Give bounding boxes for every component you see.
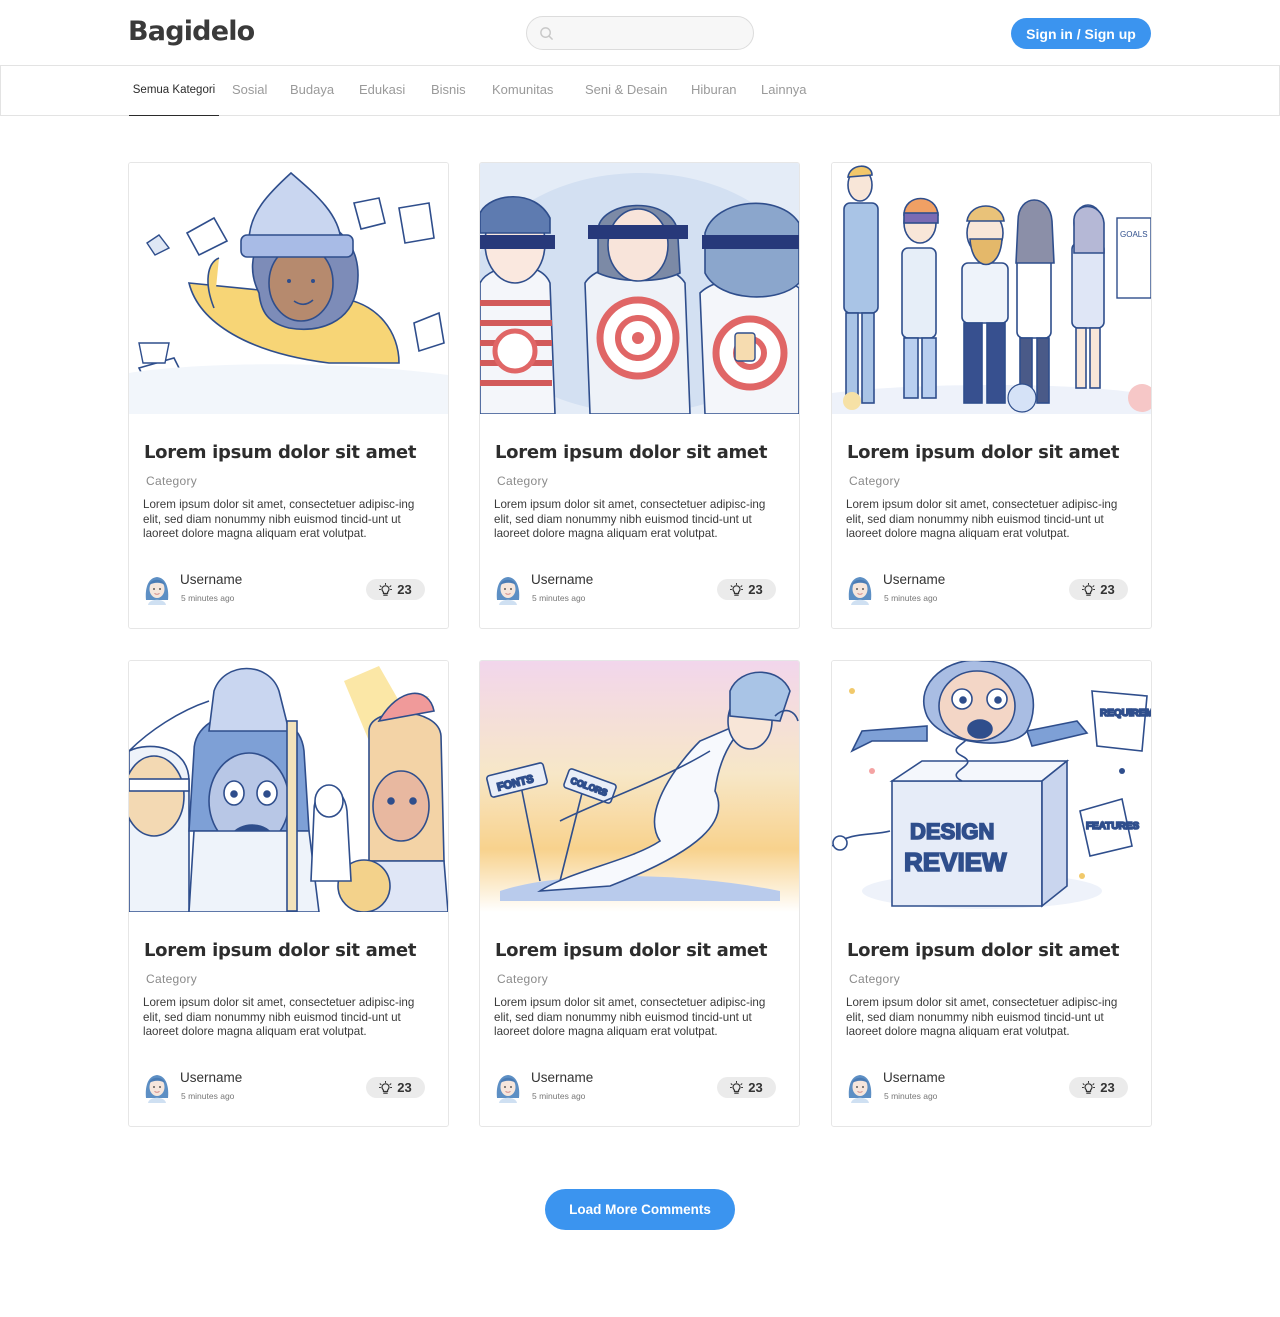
card-title[interactable]: Lorem ipsum dolor sit amet <box>495 940 767 961</box>
card-illustration[interactable] <box>480 163 799 414</box>
card-description: Lorem ipsum dolor sit amet, consectetuer… <box>846 996 1118 1038</box>
like-button[interactable]: 23 <box>366 579 425 600</box>
card-illustration[interactable] <box>129 163 448 414</box>
tab-hiburan[interactable]: Hiburan <box>691 66 737 116</box>
search-box[interactable] <box>526 16 754 50</box>
search-input[interactable] <box>554 25 753 41</box>
illustration-text-design: DESIGN <box>910 819 994 844</box>
author-username[interactable]: Username <box>180 1070 242 1085</box>
card-category[interactable]: Category <box>849 972 900 986</box>
card-title[interactable]: Lorem ipsum dolor sit amet <box>847 940 1119 961</box>
like-button[interactable]: 23 <box>1069 1077 1128 1098</box>
card-title[interactable]: Lorem ipsum dolor sit amet <box>495 442 767 463</box>
article-card[interactable]: Lorem ipsum dolor sit amet Category Lore… <box>479 162 800 629</box>
card-category[interactable]: Category <box>497 972 548 986</box>
lightbulb-icon <box>730 583 743 597</box>
site-header: Bagidelo Sign in / Sign up <box>0 0 1280 66</box>
tab-sosial[interactable]: Sosial <box>232 66 267 116</box>
card-category[interactable]: Category <box>146 474 197 488</box>
card-illustration[interactable]: FONTS COLORS <box>480 661 799 912</box>
card-illustration[interactable] <box>129 661 448 912</box>
card-category[interactable]: Category <box>497 474 548 488</box>
post-time: 5 minutes ago <box>884 593 938 603</box>
search-icon <box>540 26 553 40</box>
lightbulb-icon <box>379 583 392 597</box>
illustration-text-requirements: REQUIREMENTS <box>1100 708 1151 719</box>
avatar[interactable] <box>143 1070 171 1103</box>
tab-edukasi[interactable]: Edukasi <box>359 66 405 116</box>
tab-semua-kategori[interactable]: Semua Kategori <box>129 66 219 116</box>
card-description: Lorem ipsum dolor sit amet, consectetuer… <box>143 498 415 540</box>
card-title[interactable]: Lorem ipsum dolor sit amet <box>144 442 416 463</box>
author-username[interactable]: Username <box>531 1070 593 1085</box>
illustration-text-goals: GOALS <box>1120 230 1148 239</box>
card-description: Lorem ipsum dolor sit amet, consectetuer… <box>494 996 766 1038</box>
site-logo[interactable]: Bagidelo <box>128 16 255 47</box>
card-category[interactable]: Category <box>849 474 900 488</box>
author-username[interactable]: Username <box>531 572 593 587</box>
load-more-button[interactable]: Load More Comments <box>545 1189 735 1230</box>
illustration-text-review: REVIEW <box>904 847 1007 877</box>
article-card[interactable]: GOALS Lorem ipsum dolor sit amet Categor… <box>831 162 1152 629</box>
card-category[interactable]: Category <box>146 972 197 986</box>
author-username[interactable]: Username <box>180 572 242 587</box>
like-count: 23 <box>748 582 763 597</box>
like-count: 23 <box>748 1080 763 1095</box>
post-time: 5 minutes ago <box>181 1091 235 1101</box>
category-nav: Semua Kategori Sosial Budaya Edukasi Bis… <box>0 65 1280 116</box>
post-time: 5 minutes ago <box>532 1091 586 1101</box>
lightbulb-icon <box>1082 583 1095 597</box>
article-card[interactable]: Lorem ipsum dolor sit amet Category Lore… <box>128 660 449 1127</box>
tab-komunitas[interactable]: Komunitas <box>492 66 553 116</box>
card-description: Lorem ipsum dolor sit amet, consectetuer… <box>143 996 415 1038</box>
avatar[interactable] <box>494 1070 522 1103</box>
illustration-text-features: FEATURES <box>1086 821 1139 832</box>
card-illustration[interactable]: DESIGN REVIEW REQUIREMENTS FEATURES <box>832 661 1151 912</box>
author-username[interactable]: Username <box>883 1070 945 1085</box>
lightbulb-icon <box>379 1081 392 1095</box>
like-count: 23 <box>397 1080 412 1095</box>
card-description: Lorem ipsum dolor sit amet, consectetuer… <box>494 498 766 540</box>
avatar[interactable] <box>143 572 171 605</box>
like-button[interactable]: 23 <box>717 1077 776 1098</box>
author-username[interactable]: Username <box>883 572 945 587</box>
like-button[interactable]: 23 <box>717 579 776 600</box>
post-time: 5 minutes ago <box>181 593 235 603</box>
avatar[interactable] <box>846 1070 874 1103</box>
tab-lainnya[interactable]: Lainnya <box>761 66 807 116</box>
article-card[interactable]: DESIGN REVIEW REQUIREMENTS FEATURES L <box>831 660 1152 1127</box>
post-time: 5 minutes ago <box>884 1091 938 1101</box>
lightbulb-icon <box>730 1081 743 1095</box>
tab-budaya[interactable]: Budaya <box>290 66 334 116</box>
card-illustration[interactable]: GOALS <box>832 163 1151 414</box>
like-count: 23 <box>397 582 412 597</box>
avatar[interactable] <box>494 572 522 605</box>
avatar[interactable] <box>846 572 874 605</box>
tab-bisnis[interactable]: Bisnis <box>431 66 466 116</box>
article-card[interactable]: FONTS COLORS Lorem ipsum dolor sit amet … <box>479 660 800 1127</box>
card-description: Lorem ipsum dolor sit amet, consectetuer… <box>846 498 1118 540</box>
tab-seni-desain[interactable]: Seni & Desain <box>585 66 667 116</box>
like-count: 23 <box>1100 582 1115 597</box>
lightbulb-icon <box>1082 1081 1095 1095</box>
like-button[interactable]: 23 <box>1069 579 1128 600</box>
article-card[interactable]: Lorem ipsum dolor sit amet Category Lore… <box>128 162 449 629</box>
like-button[interactable]: 23 <box>366 1077 425 1098</box>
post-time: 5 minutes ago <box>532 593 586 603</box>
sign-in-button[interactable]: Sign in / Sign up <box>1011 18 1151 49</box>
card-title[interactable]: Lorem ipsum dolor sit amet <box>847 442 1119 463</box>
like-count: 23 <box>1100 1080 1115 1095</box>
card-title[interactable]: Lorem ipsum dolor sit amet <box>144 940 416 961</box>
